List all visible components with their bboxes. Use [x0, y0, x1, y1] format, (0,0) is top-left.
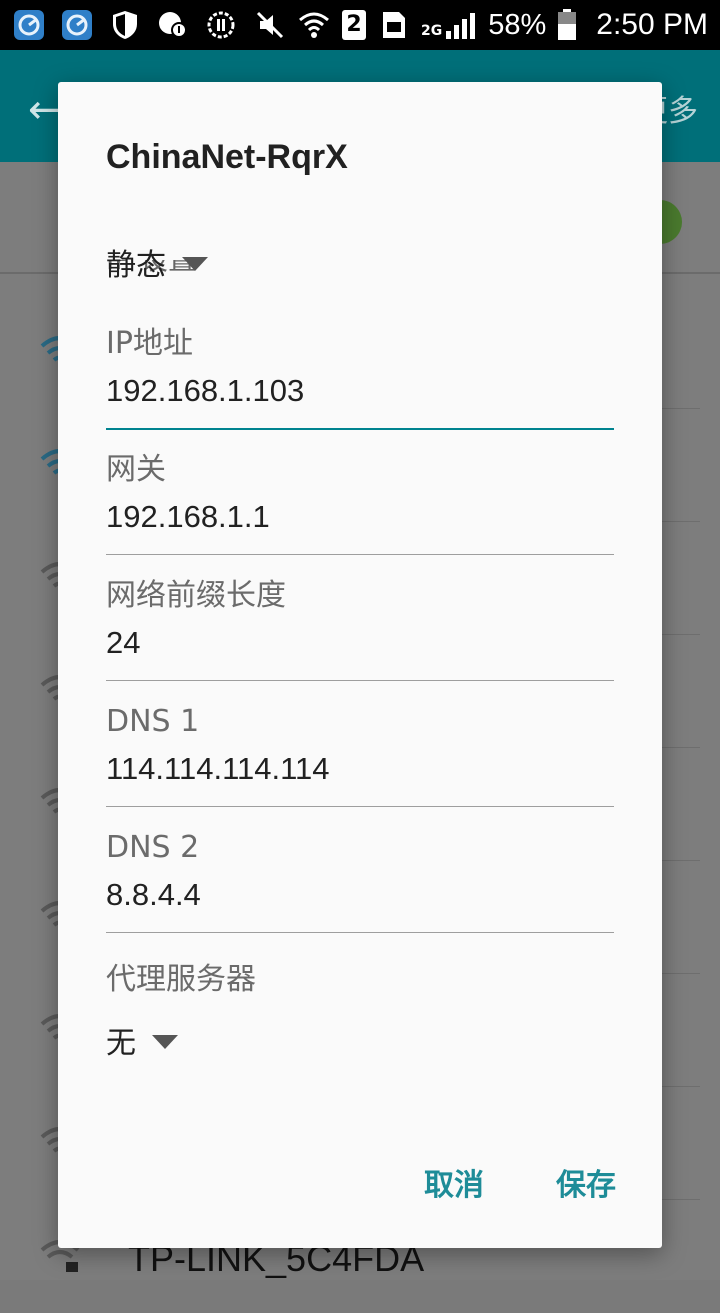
back-arrow-icon[interactable]: ← — [28, 90, 62, 130]
ip-settings-dropdown[interactable]: 静态 — [106, 240, 208, 284]
sim-slot-icon: 2 — [341, 8, 367, 42]
field-label: 网络前缀长度 — [106, 578, 286, 613]
gateway-input[interactable]: 192.168.1.1 — [106, 494, 614, 540]
input-underline — [106, 554, 614, 555]
sim-card-icon — [377, 8, 411, 42]
proxy-label: 代理服务器 — [106, 962, 256, 997]
signal-icon: 2G — [421, 11, 478, 39]
save-button[interactable]: 保存 — [550, 1156, 622, 1208]
field-label: DNS 2 — [106, 830, 200, 865]
dns2-field[interactable]: DNS 2 8.8.4.4 — [106, 828, 614, 933]
clock: 2:50 PM — [596, 8, 708, 41]
notification-dot-icon — [156, 8, 190, 42]
proxy-value: 无 — [106, 1026, 136, 1061]
mute-icon — [253, 8, 287, 42]
prefix-length-field[interactable]: 网络前缀长度 24 — [106, 576, 614, 681]
dns1-field[interactable]: DNS 1 114.114.114.114 — [106, 702, 614, 807]
dropdown-arrow-icon — [152, 1035, 178, 1049]
network-type: 2G — [420, 23, 443, 39]
shield-icon — [108, 8, 142, 42]
sim-slot-number: 2 — [341, 10, 366, 40]
dropdown-arrow-icon — [182, 257, 208, 271]
proxy-dropdown[interactable]: 无 — [106, 1018, 178, 1062]
field-label: 网关 — [106, 452, 166, 487]
field-label: DNS 1 — [106, 704, 200, 739]
input-underline — [106, 680, 614, 681]
input-underline — [106, 932, 614, 933]
input-underline — [106, 428, 614, 430]
wifi-icon — [297, 8, 331, 42]
dialog-title: ChinaNet-RqrX — [106, 138, 348, 176]
prefix-length-input[interactable]: 24 — [106, 620, 614, 666]
app-notification-icon-2 — [60, 8, 94, 42]
ip-address-input[interactable]: 192.168.1.103 — [106, 368, 614, 414]
cancel-button[interactable]: 取消 — [418, 1156, 490, 1208]
app-notification-icon — [12, 8, 46, 42]
status-bar: 2 2G 58% 2:50 PM — [0, 0, 720, 50]
gateway-field[interactable]: 网关 192.168.1.1 — [106, 450, 614, 555]
dns2-input[interactable]: 8.8.4.4 — [106, 872, 614, 918]
battery-percent: 58% — [488, 8, 547, 41]
field-label: IP地址 — [106, 326, 193, 361]
battery-icon — [556, 8, 578, 42]
ip-address-field[interactable]: IP地址 192.168.1.103 — [106, 324, 614, 430]
pause-icon — [204, 8, 238, 42]
wifi-config-dialog: ChinaNet-RqrX IP 设置 静态 IP地址 192.168.1.10… — [58, 82, 662, 1248]
input-underline — [106, 806, 614, 807]
ip-settings-value: 静态 — [106, 248, 166, 283]
dns1-input[interactable]: 114.114.114.114 — [106, 746, 614, 792]
